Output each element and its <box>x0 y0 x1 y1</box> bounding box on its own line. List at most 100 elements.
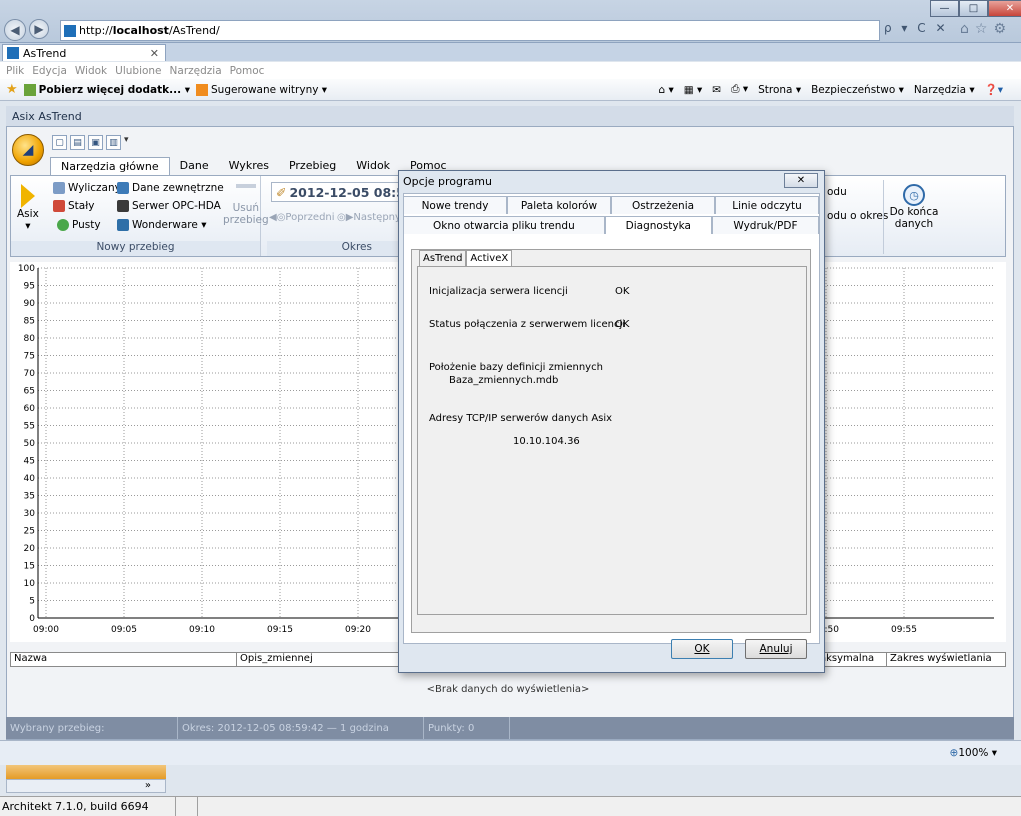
calendar-icon: ✐ <box>276 184 287 200</box>
build-info: Architekt 7.1.0, build 6694 <box>0 796 176 816</box>
home-favorites-settings-icons[interactable]: ⌂☆⚙ <box>960 21 1012 37</box>
url-host: localhost <box>112 24 169 37</box>
browser-tab[interactable]: AsTrend ✕ <box>2 44 166 61</box>
qat-dropdown-icon[interactable]: ▾ <box>124 135 129 150</box>
home-icon[interactable]: ⌂ ▾ <box>658 84 673 96</box>
feeds-icon[interactable]: ▦ ▾ <box>684 84 703 96</box>
address-search-refresh-icons[interactable]: ρ ▾ C ✕ <box>884 21 949 35</box>
suggested-sites-link[interactable]: Sugerowane witryny ▾ <box>196 83 327 96</box>
y-tick-label: 15 <box>24 562 35 572</box>
taskbar-panel[interactable] <box>6 765 166 779</box>
menu-ulubione[interactable]: Ulubione <box>115 65 161 77</box>
dialog-buttons: OK Anuluj <box>399 639 824 672</box>
tcp-value: 10.10.104.36 <box>513 436 580 447</box>
addons-icon <box>23 83 36 96</box>
print-icon[interactable]: ⎙ ▾ <box>731 83 748 96</box>
cancel-button[interactable]: Anuluj <box>745 639 807 659</box>
y-tick-label: 85 <box>24 317 35 327</box>
tab-widok[interactable]: Widok <box>346 157 400 176</box>
tab-ostrzezenia[interactable]: Ostrzeżenia <box>611 196 715 214</box>
more-addons-link[interactable]: Pobierz więcej dodatk... ▾ <box>23 83 190 96</box>
menu-plik[interactable]: Plik <box>6 65 24 77</box>
save-icon[interactable]: ▣ <box>88 135 103 150</box>
menu-widok[interactable]: Widok <box>75 65 107 77</box>
asix-arrow-icon <box>20 184 35 208</box>
maximize-button[interactable]: □ <box>959 0 988 17</box>
col-zakres[interactable]: Zakres wyświetlania <box>887 653 1005 666</box>
address-bar[interactable]: http://localhost/AsTrend/ <box>60 20 880 41</box>
tab-wykres[interactable]: Wykres <box>219 157 279 176</box>
favorites-star-icon[interactable]: ★ <box>6 82 18 97</box>
tab-nowe-trendy[interactable]: Nowe trendy <box>403 196 507 214</box>
taskbar-expand[interactable]: » <box>6 779 166 793</box>
subtab-activex[interactable]: ActiveX <box>466 250 513 266</box>
url-prefix: http:// <box>79 24 113 37</box>
lic-conn-value: OK <box>615 319 630 330</box>
tab-linie-odczytu[interactable]: Linie odczytu <box>715 196 819 214</box>
x-tick-label: 09:00 <box>33 625 59 635</box>
y-tick-label: 0 <box>29 614 35 624</box>
y-tick-label: 50 <box>24 439 36 449</box>
odu-label[interactable]: odu <box>827 186 847 198</box>
calc-icon <box>53 182 65 194</box>
tab-przebieg[interactable]: Przebieg <box>279 157 346 176</box>
menu-narzedzia[interactable]: Narzędzia <box>170 65 222 77</box>
subtabs: AsTrend ActiveX <box>419 250 513 266</box>
menu-pomoc[interactable]: Pomoc <box>230 65 265 77</box>
forward-button[interactable]: ▶ <box>29 19 49 39</box>
tab-narzedzia-glowne[interactable]: Narzędzia główne <box>50 157 170 176</box>
odu-okres-button[interactable]: odu o okres <box>827 210 888 222</box>
minimize-button[interactable]: — <box>930 0 959 17</box>
col-maksymalna[interactable]: aksymalna <box>817 653 887 666</box>
db-label: Położenie bazy definicji zmiennych <box>429 362 603 373</box>
close-window-button[interactable]: ✕ <box>988 0 1021 17</box>
do-konca-danych-button[interactable]: ◷ Do końca danych <box>889 184 939 230</box>
serwer-opc-button[interactable]: Serwer OPC-HDA <box>117 200 221 212</box>
pusty-button[interactable]: Pusty <box>57 219 101 231</box>
col-nazwa[interactable]: Nazwa <box>11 653 237 666</box>
tab-close-icon[interactable]: ✕ <box>150 47 159 60</box>
open-folder-icon[interactable]: ▤ <box>70 135 85 150</box>
tools-menu[interactable]: Narzędzia ▾ <box>914 84 975 96</box>
dialog-close-button[interactable]: ✕ <box>784 173 818 188</box>
back-button[interactable]: ◀ <box>4 19 26 41</box>
tab-wydruk-pdf[interactable]: Wydruk/PDF <box>711 216 819 234</box>
help-icon[interactable]: ❓▾ <box>985 83 1003 96</box>
dane-zewnetrzne-button[interactable]: Dane zewnętrzne <box>117 182 224 194</box>
nastepny-button[interactable]: ◎▶ Następny <box>337 212 401 223</box>
wyliczany-button[interactable]: Wyliczany <box>53 182 121 194</box>
menu-edycja[interactable]: Edycja <box>32 65 67 77</box>
zoom-control[interactable]: ⊕100% ▾ <box>950 747 997 759</box>
tab-paleta-kolorow[interactable]: Paleta kolorów <box>507 196 611 214</box>
usun-przebieg-button[interactable]: Usuń przebieg <box>223 184 269 226</box>
site-icon <box>64 25 76 37</box>
group-nowy-przebieg: Asix ▾ Wyliczany Stały Pusty Dane zewnęt… <box>11 176 269 256</box>
tab-okno-otwarcia[interactable]: Okno otwarcia pliku trendu <box>403 216 605 234</box>
security-menu[interactable]: Bezpieczeństwo ▾ <box>811 84 904 96</box>
date-picker[interactable]: ✐ 2012-12-05 08:59 <box>271 182 419 202</box>
ok-button[interactable]: OK <box>671 639 733 659</box>
page-menu[interactable]: Strona ▾ <box>758 84 801 96</box>
app-status-bar: Wybrany przebieg: Okres: 2012-12-05 08:5… <box>6 717 1014 739</box>
wonderware-button[interactable]: Wonderware ▾ <box>117 219 206 231</box>
view-icon[interactable]: ▥ <box>106 135 121 150</box>
new-file-icon[interactable]: ▢ <box>52 135 67 150</box>
footer-status: Architekt 7.1.0, build 6694 <box>0 796 1021 816</box>
tab-diagnostyka[interactable]: Diagnostyka <box>604 216 712 234</box>
tab-row-2: Okno otwarcia pliku trendu Diagnostyka W… <box>403 216 819 234</box>
poprzedni-button[interactable]: ◀◎ Poprzedni <box>269 212 335 223</box>
url-path: /AsTrend/ <box>168 24 220 37</box>
next-icon: ◎▶ <box>337 212 354 223</box>
prev-icon: ◀◎ <box>269 212 286 223</box>
y-tick-label: 75 <box>24 352 35 362</box>
tab-site-icon <box>7 47 19 59</box>
forward-arrow-icon: ▶ <box>34 22 44 36</box>
no-data-message: <Brak danych do wyświetlenia> <box>426 684 590 695</box>
subtab-astrend[interactable]: AsTrend <box>419 250 467 266</box>
asix-button[interactable]: Asix ▾ <box>17 184 39 232</box>
window-controls: — □ ✕ <box>930 0 1021 17</box>
mail-icon[interactable]: ✉ <box>712 84 721 96</box>
staly-button[interactable]: Stały <box>53 200 94 212</box>
tab-dane[interactable]: Dane <box>170 157 219 176</box>
group-nawigacja: odu odu o okres ◷ Do końca danych <box>823 176 1007 256</box>
